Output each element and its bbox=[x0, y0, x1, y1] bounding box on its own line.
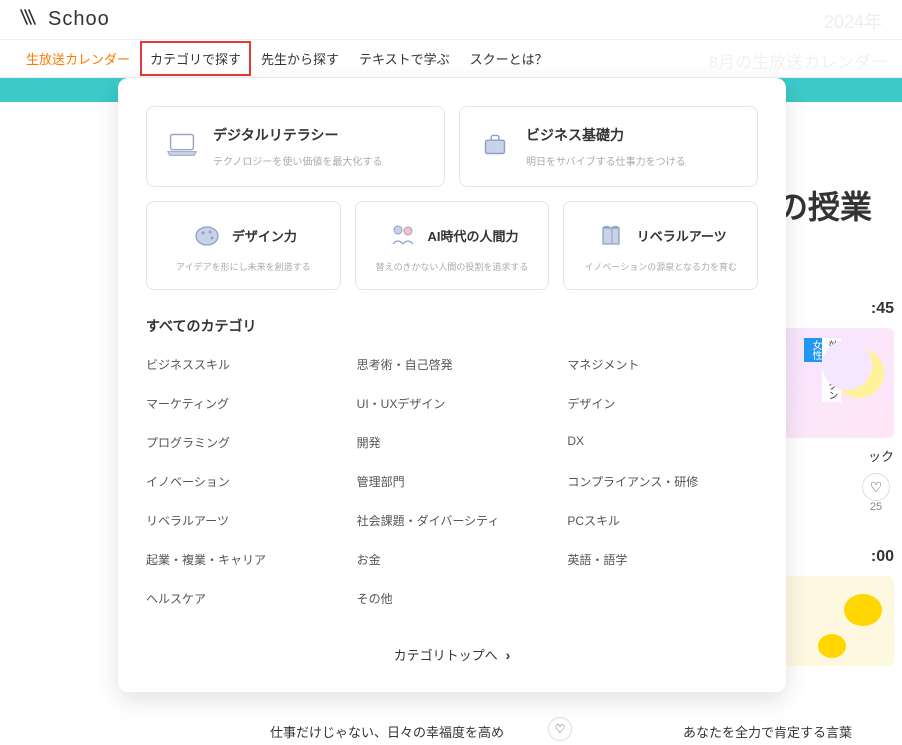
featured-row-top: デジタルリテラシー テクノロジーを使い価値を最大化する ビジネス基礎力 明日をサ… bbox=[146, 106, 758, 187]
like-button-1[interactable]: ♡ bbox=[862, 473, 890, 501]
category-grid: ビジネススキル 思考術・自己啓発 マネジメント マーケティング UI・UXデザイ… bbox=[146, 356, 758, 607]
cat-startup-career[interactable]: 起業・複業・キャリア bbox=[146, 551, 337, 568]
people-icon bbox=[386, 218, 420, 252]
like-count-1: 25 bbox=[870, 501, 882, 513]
featured-title: デザイン力 bbox=[232, 226, 297, 245]
cat-business-skill[interactable]: ビジネススキル bbox=[146, 356, 337, 373]
cat-dx[interactable]: DX bbox=[567, 434, 758, 451]
cat-english-language[interactable]: 英語・語学 bbox=[567, 551, 758, 568]
header: Schoo bbox=[0, 0, 902, 40]
featured-subtitle: 明日をサバイブする仕事力をつける bbox=[526, 153, 741, 168]
cat-money[interactable]: お金 bbox=[357, 551, 548, 568]
cat-management[interactable]: マネジメント bbox=[567, 356, 758, 373]
chevron-right-icon: › bbox=[506, 647, 511, 663]
brand-name: Schoo bbox=[48, 8, 110, 31]
like-area-1: ♡ 25 bbox=[862, 473, 890, 513]
cat-liberal-arts[interactable]: リベラルアーツ bbox=[146, 512, 337, 529]
cat-development[interactable]: 開発 bbox=[357, 434, 548, 451]
featured-liberal-arts[interactable]: リベラルアーツ イノベーションの源泉となる力を育む bbox=[563, 201, 758, 290]
heart-icon: ♡ bbox=[870, 479, 883, 496]
speech-bubble-icon bbox=[844, 594, 882, 626]
cat-admin[interactable]: 管理部門 bbox=[357, 473, 548, 490]
featured-business-basics[interactable]: ビジネス基礎力 明日をサバイブする仕事力をつける bbox=[459, 106, 758, 187]
nav-category-search[interactable]: カテゴリで探す bbox=[140, 41, 251, 76]
cat-pc-skill[interactable]: PCスキル bbox=[567, 512, 758, 529]
briefcase-icon bbox=[476, 125, 514, 163]
snippet-2: あなたを全力で肯定する言葉 bbox=[683, 722, 852, 741]
featured-ai-human[interactable]: AI時代の人間力 替えのきかない人間の役割を追求する bbox=[355, 201, 550, 290]
nav-text-learn[interactable]: テキストで学ぶ bbox=[349, 41, 460, 76]
time-1: :45 bbox=[774, 300, 894, 318]
cat-compliance[interactable]: コンプライアンス・研修 bbox=[567, 473, 758, 490]
laptop-icon bbox=[163, 125, 201, 163]
time-2: :00 bbox=[774, 548, 894, 566]
category-top-label: カテゴリトップへ bbox=[394, 645, 498, 664]
bg-card-2-area: :00 bbox=[774, 548, 894, 666]
featured-subtitle: テクノロジーを使い価値を最大化する bbox=[213, 153, 428, 168]
like-button-bottom[interactable]: ♡ bbox=[548, 717, 572, 741]
speech-bubble-icon-2 bbox=[818, 634, 846, 658]
cat-innovation[interactable]: イノベーション bbox=[146, 473, 337, 490]
featured-subtitle: 替えのきかない人間の役割を追求する bbox=[368, 260, 537, 273]
cat-design[interactable]: デザイン bbox=[567, 395, 758, 412]
lesson-card-2[interactable] bbox=[774, 576, 894, 666]
cat-marketing[interactable]: マーケティング bbox=[146, 395, 337, 412]
featured-title: デジタルリテラシー bbox=[213, 125, 428, 145]
featured-subtitle: イノベーションの源泉となる力を育む bbox=[576, 260, 745, 273]
cat-programming[interactable]: プログラミング bbox=[146, 434, 337, 451]
ghost-year: 2024年 bbox=[824, 8, 882, 34]
heart-icon: ♡ bbox=[555, 722, 566, 736]
cat-other[interactable]: その他 bbox=[357, 590, 548, 607]
featured-title: リベラルアーツ bbox=[637, 226, 727, 245]
cat-thinking[interactable]: 思考術・自己啓発 bbox=[357, 356, 548, 373]
nav-about[interactable]: スクーとは？ bbox=[460, 41, 558, 76]
lesson-card-1[interactable]: 女性 効果バツグン bbox=[774, 328, 894, 438]
ghost-calendar-title: 8月の生放送カレンダー bbox=[709, 48, 888, 73]
brand-logo[interactable]: Schoo bbox=[20, 8, 110, 32]
nav-teacher-search[interactable]: 先生から探す bbox=[251, 41, 349, 76]
card-1-tag: ック bbox=[774, 438, 894, 473]
cat-ui-ux[interactable]: UI・UXデザイン bbox=[357, 395, 548, 412]
category-top-link[interactable]: カテゴリトップへ › bbox=[146, 637, 758, 672]
featured-design[interactable]: デザイン力 アイデアを形にし未来を創造する bbox=[146, 201, 341, 290]
featured-title: AI時代の人間力 bbox=[428, 226, 519, 245]
moon-icon bbox=[834, 348, 884, 398]
bg-card-1-area: :45 女性 効果バツグン ック ♡ 25 bbox=[774, 300, 894, 473]
cat-healthcare[interactable]: ヘルスケア bbox=[146, 590, 337, 607]
ghost-nav-label: 生放送カレンダー bbox=[270, 8, 374, 27]
featured-digital-literacy[interactable]: デジタルリテラシー テクノロジーを使い価値を最大化する bbox=[146, 106, 445, 187]
palette-icon bbox=[190, 218, 224, 252]
featured-subtitle: アイデアを形にし未来を創造する bbox=[159, 260, 328, 273]
nav-live-calendar[interactable]: 生放送カレンダー bbox=[16, 41, 140, 76]
snippet-1: 仕事だけじゃない、日々の幸福度を高め bbox=[270, 722, 504, 741]
logo-stripes-icon bbox=[20, 8, 42, 32]
category-dropdown: デジタルリテラシー テクノロジーを使い価値を最大化する ビジネス基礎力 明日をサ… bbox=[118, 78, 786, 692]
book-icon bbox=[595, 218, 629, 252]
cat-social-diversity[interactable]: 社会課題・ダイバーシティ bbox=[357, 512, 548, 529]
all-categories-title: すべてのカテゴリ bbox=[146, 316, 758, 336]
featured-row-bottom: デザイン力 アイデアを形にし未来を創造する AI時代の人間力 替えのきかない人間… bbox=[146, 201, 758, 290]
featured-title: ビジネス基礎力 bbox=[526, 125, 741, 145]
